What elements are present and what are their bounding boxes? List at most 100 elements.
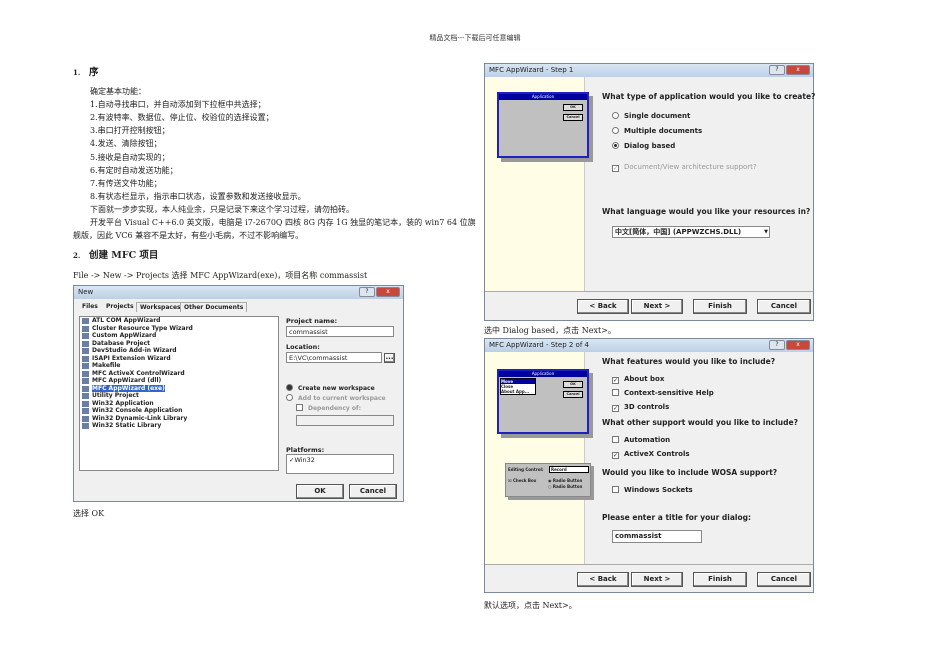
- page-header: 精品文档---下载后可任意编辑: [429, 34, 521, 42]
- cancel-button[interactable]: Cancel: [349, 484, 397, 499]
- project-list-item[interactable]: MFC AppWizard (exe): [80, 384, 278, 393]
- body-line: 7.有传送文件功能；: [90, 178, 162, 188]
- language-select[interactable]: 中文[简体，中国] (APPWZCHS.DLL) ▼: [612, 226, 770, 238]
- project-list-item[interactable]: Cluster Resource Type Wizard: [80, 325, 278, 333]
- add-current-workspace-radio[interactable]: Add to current workspace: [286, 394, 386, 402]
- checkbox-label: Dependency of:: [308, 405, 362, 412]
- body-line: 2.有波特率、数据位、停止位、校验位的选择设置；: [90, 113, 274, 123]
- app-type-question: What type of application would you like …: [602, 92, 816, 101]
- body-line: 8.有状态栏显示，指示串口状态，设置参数和发送接收显示。: [90, 191, 306, 201]
- tab-workspaces[interactable]: Workspaces: [136, 302, 185, 312]
- preview-title: Application: [499, 371, 587, 377]
- create-new-workspace-radio[interactable]: Create new workspace: [286, 384, 375, 392]
- project-list-item[interactable]: Win32 Static Library: [80, 422, 278, 430]
- project-list-item[interactable]: Makefile: [80, 362, 278, 370]
- help-button[interactable]: ?: [769, 340, 785, 350]
- body-line: 4.发送、清除按钮；: [90, 139, 162, 149]
- project-list-item[interactable]: Win32 Dynamic-Link Library: [80, 415, 278, 423]
- dependency-select[interactable]: [296, 415, 394, 426]
- project-item-label: DevStudio Add-in Wizard: [92, 347, 177, 354]
- preview-ok: OK: [563, 381, 583, 388]
- dialog-title-input[interactable]: commassist: [612, 530, 702, 543]
- support-question: What other support would you like to inc…: [602, 418, 798, 427]
- title-bar: MFC AppWizard - Step 1 ? x: [485, 64, 813, 77]
- location-input[interactable]: E:\VC\commassist: [286, 352, 382, 363]
- project-list-item[interactable]: ISAPI Extension Wizard: [80, 355, 278, 363]
- project-list-item[interactable]: MFC ActiveX ControlWizard: [80, 370, 278, 378]
- checkbox-automation[interactable]: Automation: [612, 436, 670, 444]
- back-button[interactable]: < Back: [577, 572, 629, 587]
- radio-label: Create new workspace: [298, 385, 375, 392]
- next-button[interactable]: Next >: [631, 572, 683, 587]
- project-item-label: ATL COM AppWizard: [92, 317, 161, 324]
- dialog-title: MFC AppWizard - Step 2 of 4: [489, 341, 589, 349]
- new-project-dialog: New ? x Files Projects Workspaces Other D…: [73, 285, 404, 502]
- language-question: What language would you like your resour…: [602, 207, 811, 216]
- chevron-down-icon: ▼: [764, 229, 768, 235]
- help-button[interactable]: ?: [769, 65, 785, 75]
- next-button[interactable]: Next >: [631, 299, 683, 314]
- close-button[interactable]: x: [786, 65, 810, 75]
- checkbox-3d-controls[interactable]: ✓ 3D controls: [612, 403, 669, 412]
- body-line: 3.串口打开控制按钮；: [90, 126, 170, 136]
- preview-cancel: Cancel: [563, 114, 583, 121]
- body-line: 确定基本功能：: [90, 87, 146, 96]
- app-type-radio[interactable]: Multiple documents: [612, 127, 702, 135]
- location-label: Location:: [286, 343, 320, 351]
- project-list-item[interactable]: Custom AppWizard: [80, 332, 278, 340]
- tab-other-documents[interactable]: Other Documents: [180, 302, 248, 312]
- body-line: 5.接收是自动实现的；: [90, 152, 170, 162]
- back-button[interactable]: < Back: [577, 299, 629, 314]
- close-button[interactable]: x: [376, 287, 400, 297]
- close-button[interactable]: x: [786, 340, 810, 350]
- cancel-button[interactable]: Cancel: [757, 299, 811, 314]
- help-button[interactable]: ?: [359, 287, 375, 297]
- preview-window: Application Move Close About App... OK C…: [497, 369, 589, 434]
- project-type-list[interactable]: ATL COM AppWizard Cluster Resource Type W…: [79, 316, 279, 471]
- project-item-label: Win32 Static Library: [92, 422, 162, 429]
- checkbox-windows-sockets[interactable]: Windows Sockets: [612, 486, 693, 494]
- project-item-label: MFC AppWizard (exe): [92, 384, 165, 392]
- project-list-item[interactable]: Win32 Console Application: [80, 407, 278, 415]
- preview-check: Check Box: [512, 478, 537, 483]
- project-list-item[interactable]: Utility Project: [80, 392, 278, 400]
- appwizard-step1-dialog: MFC AppWizard - Step 1 ? x Application OK…: [484, 63, 816, 321]
- preview-cancel: Cancel: [563, 391, 583, 398]
- radio-indicator: [612, 127, 619, 134]
- checkbox-activex-controls[interactable]: ✓ ActiveX Controls: [612, 450, 690, 459]
- project-item-label: Custom AppWizard: [92, 332, 157, 339]
- tab-projects[interactable]: Projects: [103, 302, 137, 311]
- preview-panel: Application OK Cancel: [485, 77, 589, 291]
- project-item-label: Cluster Resource Type Wizard: [92, 324, 193, 332]
- project-list-item[interactable]: ATL COM AppWizard: [80, 317, 278, 325]
- title-question: Please enter a title for your dialog:: [602, 513, 751, 522]
- dependency-checkbox[interactable]: Dependency of:: [296, 404, 361, 412]
- project-list-item[interactable]: DevStudio Add-in Wizard: [80, 347, 278, 355]
- checkbox-label: Automation: [624, 436, 671, 444]
- project-list-item[interactable]: Win32 Application: [80, 400, 278, 408]
- checkbox-indicator: [612, 389, 619, 396]
- caption-step1: 选中 Dialog based，点击 Next>。: [484, 326, 616, 335]
- finish-button[interactable]: Finish: [693, 299, 747, 314]
- checkbox-label: Document/View architecture support?: [624, 163, 757, 171]
- finish-button[interactable]: Finish: [693, 572, 747, 587]
- project-name-label: Project name:: [286, 317, 338, 325]
- appwizard-step2-dialog: MFC AppWizard - Step 2 of 4 ? x Applicati…: [484, 338, 814, 593]
- app-type-radio[interactable]: Dialog based: [612, 142, 675, 150]
- cancel-button[interactable]: Cancel: [757, 572, 811, 587]
- platform-item[interactable]: Win32: [294, 456, 314, 464]
- ok-button[interactable]: OK: [296, 484, 344, 499]
- project-list-item[interactable]: MFC AppWizard (dll): [80, 377, 278, 385]
- tab-files[interactable]: Files: [79, 302, 101, 311]
- platforms-list[interactable]: ✓Win32: [286, 454, 394, 474]
- caption-new: 选择 OK: [73, 509, 105, 518]
- preview-ok: OK: [563, 104, 583, 111]
- checkbox-about-box[interactable]: ✓ About box: [612, 375, 664, 384]
- app-type-radio[interactable]: Single document: [612, 112, 690, 120]
- checkbox-context-sensitive-help[interactable]: Context-sensitive Help: [612, 389, 714, 397]
- features-question: What features would you like to include?: [602, 357, 776, 366]
- dialog-title: New: [78, 288, 94, 296]
- project-name-input[interactable]: commassist: [286, 326, 394, 337]
- project-list-item[interactable]: Database Project: [80, 340, 278, 348]
- browse-button[interactable]: ...: [384, 353, 395, 363]
